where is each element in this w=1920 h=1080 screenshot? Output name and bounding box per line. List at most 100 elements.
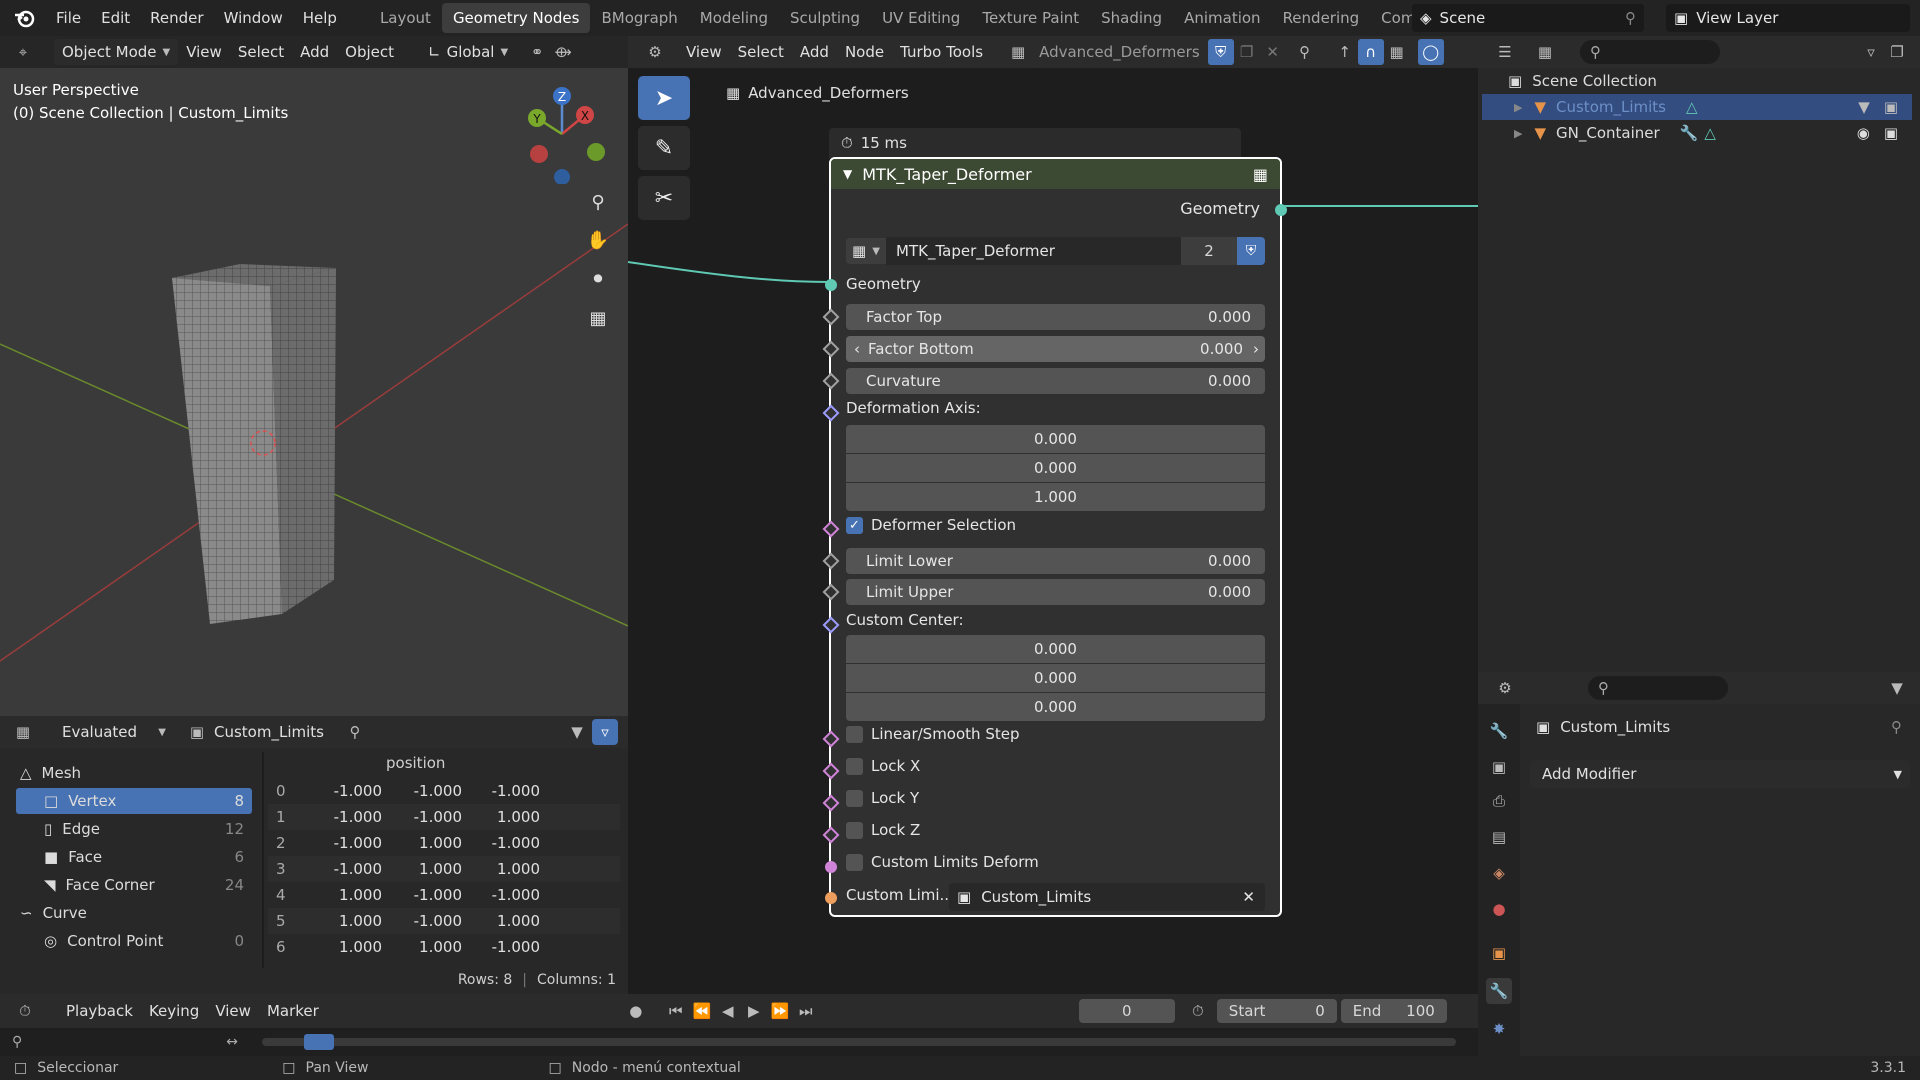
viewport-menu-object[interactable]: Object bbox=[337, 39, 402, 65]
node-pin-icon[interactable]: ⚲ bbox=[1292, 39, 1318, 65]
render-tab-icon[interactable]: ▣ bbox=[1486, 754, 1512, 780]
evaluated-dropdown[interactable]: Evaluated ▼ bbox=[54, 719, 174, 745]
timeline-menu-playback[interactable]: Playback bbox=[58, 998, 141, 1024]
group-users-count[interactable]: 2 bbox=[1181, 237, 1237, 265]
node-editor-type-icon[interactable]: ⚙ bbox=[642, 39, 668, 65]
outliner-item-gn-container[interactable]: ▶ ▼ GN_Container 🔧 △ ◉ ▣ bbox=[1482, 120, 1912, 146]
view-layer-tab-icon[interactable]: ▤ bbox=[1486, 824, 1512, 850]
record-icon[interactable]: ● bbox=[623, 998, 649, 1024]
deformation-axis-z[interactable]: 1.000 bbox=[846, 483, 1265, 511]
timeline-editor-icon[interactable]: ⏱ bbox=[12, 998, 38, 1024]
spreadsheet-pin-icon[interactable]: ⚲ bbox=[342, 719, 368, 745]
expand-arrow-icon[interactable]: ▶ bbox=[1514, 101, 1522, 114]
snap-grid-icon[interactable]: ▦ bbox=[1384, 39, 1410, 65]
custom-limits-deform-socket[interactable] bbox=[825, 861, 837, 873]
output-geometry-socket[interactable] bbox=[1275, 204, 1287, 216]
horizontal-resize-icon[interactable]: ↔ bbox=[226, 1034, 238, 1050]
link-cut-tool-button[interactable]: ✂ bbox=[638, 176, 690, 220]
tab-shading[interactable]: Shading bbox=[1090, 3, 1173, 33]
current-frame-field[interactable]: 0 bbox=[1078, 999, 1175, 1023]
new-collection-icon[interactable]: ❐ bbox=[1884, 39, 1910, 65]
deformation-axis-x[interactable]: 0.000 bbox=[846, 425, 1265, 453]
curvature-field[interactable]: Curvature 0.000 bbox=[846, 368, 1265, 394]
spreadsheet-editor-icon[interactable]: ▦ bbox=[10, 719, 36, 745]
tree-mesh[interactable]: △ Mesh bbox=[20, 760, 81, 786]
tool-settings-tab-icon[interactable]: 🔧 bbox=[1486, 718, 1512, 744]
custom-limits-deform-row[interactable]: Custom Limits Deform bbox=[846, 853, 1039, 871]
tab-animation[interactable]: Animation bbox=[1173, 3, 1271, 33]
outliner-filter-icon[interactable]: ▿ bbox=[1858, 39, 1884, 65]
play-reverse-icon[interactable]: ◀ bbox=[715, 998, 741, 1024]
lock-z-row[interactable]: Lock Z bbox=[846, 821, 920, 839]
hide-viewport-icon[interactable]: ▼ bbox=[1858, 98, 1870, 116]
jump-end-icon[interactable]: ⏭ bbox=[793, 998, 819, 1024]
annotate-tool-button[interactable]: ✎ bbox=[638, 126, 690, 170]
tree-face-corner[interactable]: ◥ Face Corner 24 bbox=[44, 872, 252, 898]
tree-face[interactable]: ■ Face 6 bbox=[44, 844, 252, 870]
pivot-icon[interactable]: ⚭ bbox=[524, 39, 550, 65]
custom-center-x[interactable]: 0.000 bbox=[846, 635, 1265, 663]
start-frame-field[interactable]: Start 0 bbox=[1216, 999, 1337, 1023]
modifier-tab-icon[interactable]: 🔧 bbox=[1486, 978, 1512, 1004]
lock-x-row[interactable]: Lock X bbox=[846, 757, 920, 775]
group-name-field[interactable]: MTK_Taper_Deformer bbox=[886, 237, 1181, 265]
tree-curve[interactable]: ∽ Curve bbox=[20, 900, 87, 926]
viewport-3d[interactable]: ⌖ Object Mode ▼ View Select Add Object ∟ G… bbox=[0, 36, 628, 716]
fake-user-shield-icon[interactable]: ⛨ bbox=[1207, 39, 1234, 65]
custom-center-z[interactable]: 0.000 bbox=[846, 693, 1265, 721]
node-menu-turbo-tools[interactable]: Turbo Tools bbox=[892, 39, 991, 65]
lock-y-row[interactable]: Lock Y bbox=[846, 789, 919, 807]
object-tab-icon[interactable]: ▣ bbox=[1486, 940, 1512, 966]
blender-logo-icon[interactable] bbox=[12, 6, 36, 30]
viewport-menu-add[interactable]: Add bbox=[292, 39, 337, 65]
linear-smooth-row[interactable]: Linear/Smooth Step bbox=[846, 725, 1019, 743]
expand-arrow-icon[interactable]: ▶ bbox=[1514, 127, 1522, 140]
timeline-menu-marker[interactable]: Marker bbox=[259, 998, 327, 1024]
decrement-arrow-icon[interactable]: ‹ bbox=[854, 340, 860, 358]
viewport-menu-view[interactable]: View bbox=[178, 39, 230, 65]
timeline-menu-view[interactable]: View bbox=[207, 998, 259, 1024]
scene-selector[interactable]: ◈ Scene ⚲ bbox=[1412, 4, 1644, 32]
tab-geometry-nodes[interactable]: Geometry Nodes bbox=[441, 3, 591, 33]
scene-tab-icon[interactable]: ◈ bbox=[1486, 860, 1512, 886]
node-snap-icon[interactable]: ∩ bbox=[1357, 39, 1384, 65]
view-layer-selector[interactable]: ▣ View Layer bbox=[1666, 4, 1910, 32]
factor-bottom-field[interactable]: ‹ Factor Bottom 0.000 › bbox=[846, 336, 1265, 362]
tab-bmograph[interactable]: BMograph bbox=[590, 3, 688, 33]
node-menu-select[interactable]: Select bbox=[730, 39, 792, 65]
node-header[interactable]: ▼ MTK_Taper_Deformer ▦ bbox=[831, 159, 1280, 189]
node-menu-node[interactable]: Node bbox=[837, 39, 892, 65]
limit-upper-field[interactable]: Limit Upper 0.000 bbox=[846, 579, 1265, 605]
custom-limits-object-socket[interactable] bbox=[825, 892, 837, 904]
output-tab-icon[interactable]: ⎙ bbox=[1486, 788, 1512, 814]
tree-edge[interactable]: ▯ Edge 12 bbox=[44, 816, 252, 842]
tab-texture-paint[interactable]: Texture Paint bbox=[971, 3, 1090, 33]
tab-sculpting[interactable]: Sculpting bbox=[779, 3, 871, 33]
lock-z-checkbox[interactable] bbox=[846, 822, 863, 839]
timeline-menu-keying[interactable]: Keying bbox=[141, 998, 207, 1024]
timeline-search-icon[interactable]: ⚲ bbox=[12, 1034, 22, 1050]
editor-type-icon[interactable]: ⌖ bbox=[10, 39, 36, 65]
input-geometry-socket[interactable] bbox=[825, 279, 837, 291]
tab-modeling[interactable]: Modeling bbox=[689, 3, 779, 33]
overlay-icon[interactable]: ◯ bbox=[1417, 39, 1444, 65]
clear-object-icon[interactable]: ✕ bbox=[1242, 888, 1255, 906]
pin-icon[interactable]: ⚲ bbox=[1625, 9, 1636, 27]
custom-limits-object-field[interactable]: ▣ Custom_Limits ✕ bbox=[949, 883, 1265, 911]
node-tree-name[interactable]: Advanced_Deformers bbox=[1031, 39, 1208, 65]
world-tab-icon[interactable]: ● bbox=[1486, 896, 1512, 922]
tree-vertex[interactable]: □ Vertex 8 bbox=[16, 788, 252, 814]
grid-perspective-icon[interactable]: ▦ bbox=[582, 302, 614, 334]
group-browse-icon[interactable]: ▦ ▼ bbox=[846, 238, 886, 264]
viewport-menu-select[interactable]: Select bbox=[230, 39, 292, 65]
outliner-search-input[interactable]: ⚲ bbox=[1580, 40, 1720, 64]
node-tree-browse-icon[interactable]: ▦ bbox=[1005, 39, 1031, 65]
custom-center-y[interactable]: 0.000 bbox=[846, 664, 1265, 692]
menu-render[interactable]: Render bbox=[140, 0, 213, 36]
tab-rendering[interactable]: Rendering bbox=[1272, 3, 1371, 33]
duplicate-icon[interactable]: ❐ bbox=[1234, 39, 1260, 65]
pan-hand-icon[interactable]: ✋ bbox=[582, 224, 614, 256]
deformer-selection-checkbox[interactable]: ✓ bbox=[846, 517, 863, 534]
add-modifier-button[interactable]: Add Modifier ▼ bbox=[1530, 760, 1910, 788]
prev-keyframe-icon[interactable]: ⏪ bbox=[689, 998, 715, 1024]
